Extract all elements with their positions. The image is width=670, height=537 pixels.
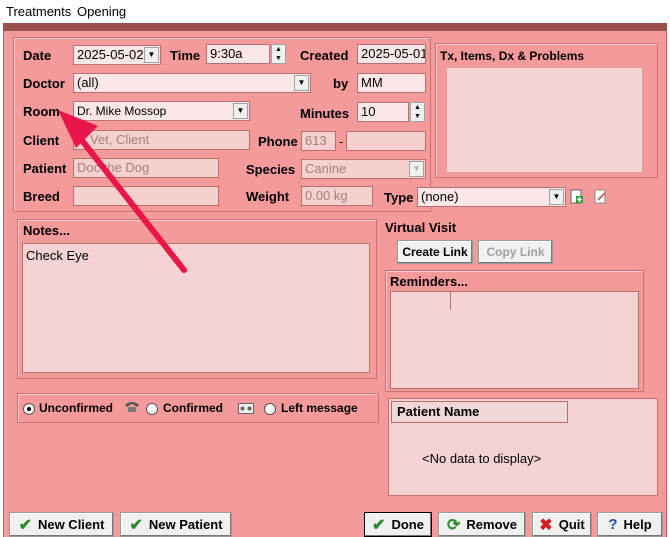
time-label: Time (170, 48, 201, 63)
menu-opening[interactable]: Opening (77, 4, 126, 19)
reminders-list[interactable] (390, 291, 639, 389)
spin-up-icon[interactable]: ▲ (411, 103, 424, 112)
room-label: Room (23, 104, 60, 119)
copy-link-button[interactable]: Copy Link (478, 240, 553, 264)
species-label: Species (246, 162, 296, 177)
done-label: Done (391, 517, 424, 532)
species-select[interactable]: Canine ▼ (301, 159, 426, 179)
doctor-select[interactable]: (all) ▼ (73, 73, 311, 93)
breed-label: Breed (23, 189, 60, 204)
checkmark-icon: ✔ (18, 516, 32, 534)
date-field[interactable]: 2025-05-02 ▼ (73, 45, 161, 65)
room-value: Dr. Mike Mossop (77, 104, 167, 118)
tx-items-title: Tx, Items, Dx & Problems (440, 49, 585, 63)
patient-field[interactable]: Doc the Dog (73, 158, 219, 178)
minutes-spinner[interactable]: ▲ ▼ (410, 102, 425, 122)
refresh-icon: ⟳ (447, 516, 461, 534)
left-message-radio[interactable] (264, 403, 276, 415)
species-dropdown-icon[interactable]: ▼ (409, 161, 424, 177)
menu-treatments[interactable]: Treatments (6, 4, 71, 19)
remove-label: Remove (466, 517, 517, 532)
type-dropdown-icon[interactable]: ▼ (549, 189, 564, 205)
spin-up-icon[interactable]: ▲ (272, 45, 285, 54)
doctor-dropdown-icon[interactable]: ▼ (294, 75, 309, 91)
patient-label: Patient (23, 161, 67, 176)
checkmark-icon: ✔ (129, 516, 143, 534)
spin-down-icon[interactable]: ▼ (411, 112, 424, 121)
checkmark-icon: ✔ (372, 516, 386, 534)
confirmed-radio[interactable] (146, 403, 158, 415)
date-value: 2025-05-02 (77, 47, 144, 62)
notes-textarea[interactable]: Check Eye (22, 243, 370, 373)
notes-title: Notes... (23, 223, 70, 238)
close-x-icon: ✖ (539, 516, 553, 534)
edit-document-icon[interactable] (594, 189, 608, 204)
unconfirmed-label[interactable]: Unconfirmed (39, 401, 113, 415)
help-button[interactable]: ? Help (597, 512, 663, 537)
phone-label: Phone (258, 134, 298, 149)
time-spinner[interactable]: ▲ ▼ (271, 44, 286, 64)
by-label: by (333, 76, 349, 91)
dialog-title-strip (3, 23, 667, 31)
confirmed-label[interactable]: Confirmed (163, 401, 223, 415)
phone-area-field[interactable]: 613 (301, 131, 336, 151)
date-label: Date (23, 48, 52, 63)
created-field[interactable]: 2025-05-01 (357, 44, 426, 64)
patient-name-column-header[interactable]: Patient Name (391, 401, 568, 423)
remove-button[interactable]: ⟳ Remove (438, 512, 526, 537)
patient-grid-empty-text: <No data to display> (422, 451, 542, 466)
client-field[interactable]: Vet, Client (73, 130, 250, 150)
phone-number-field[interactable] (346, 131, 426, 151)
new-client-button[interactable]: ✔ New Client (9, 512, 114, 537)
quit-button[interactable]: ✖ Quit (532, 512, 592, 537)
created-label: Created (300, 48, 349, 63)
type-select[interactable]: (none) ▼ (417, 187, 566, 207)
reminders-title: Reminders... (390, 274, 469, 289)
menu-bar: Treatments Opening (0, 0, 670, 22)
room-dropdown-icon[interactable]: ▼ (233, 103, 248, 119)
by-field[interactable]: MM (357, 73, 426, 93)
doctor-value: (all) (77, 75, 99, 90)
help-label: Help (623, 517, 652, 532)
virtual-visit-title: Virtual Visit (385, 220, 457, 235)
new-client-label: New Client (37, 517, 105, 532)
tx-items-list[interactable] (446, 67, 643, 173)
question-mark-icon: ? (608, 516, 618, 533)
type-value: (none) (421, 189, 459, 204)
phone-separator: - (339, 134, 344, 149)
date-dropdown-icon[interactable]: ▼ (144, 47, 159, 63)
telephone-icon (123, 401, 141, 413)
species-value: Canine (305, 161, 347, 176)
breed-field[interactable] (73, 186, 219, 206)
time-field[interactable]: 9:30a (206, 44, 270, 64)
client-label: Client (23, 133, 60, 148)
spin-down-icon[interactable]: ▼ (272, 54, 285, 63)
unconfirmed-radio[interactable] (23, 403, 35, 415)
message-tape-icon (238, 402, 254, 414)
weight-field[interactable]: 0.00 kg (301, 186, 373, 206)
minutes-label: Minutes (300, 106, 350, 121)
quit-label: Quit (558, 517, 585, 532)
add-document-icon[interactable] (570, 189, 584, 204)
reminders-column-divider (450, 292, 451, 310)
new-patient-button[interactable]: ✔ New Patient (120, 512, 232, 537)
type-label: Type (384, 190, 414, 205)
done-button[interactable]: ✔ Done (364, 512, 432, 537)
new-patient-label: New Patient (148, 517, 223, 532)
doctor-label: Doctor (23, 76, 65, 91)
create-link-button[interactable]: Create Link (397, 240, 473, 264)
weight-label: Weight (246, 189, 290, 204)
room-select[interactable]: Dr. Mike Mossop ▼ (73, 101, 250, 121)
left-message-label[interactable]: Left message (281, 401, 358, 415)
minutes-field[interactable]: 10 (357, 102, 409, 122)
